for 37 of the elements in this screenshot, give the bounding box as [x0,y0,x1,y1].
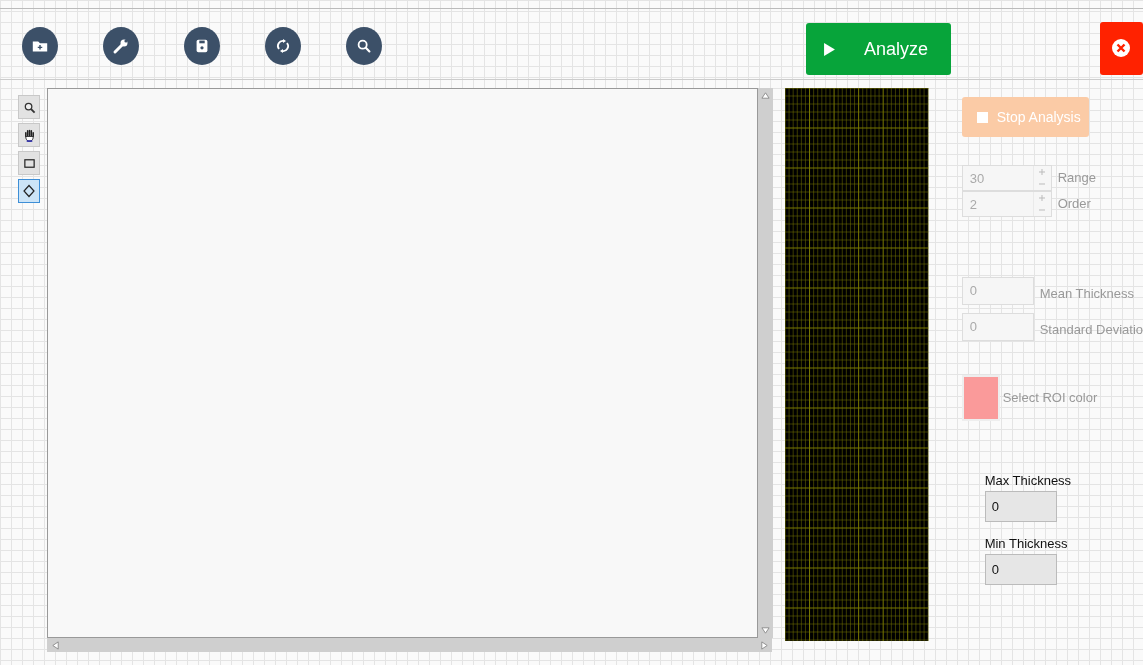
vertical-scrollbar[interactable] [758,88,774,638]
add-folder-button[interactable] [22,27,58,65]
diamond-icon [22,184,36,198]
readout-field: 0 [961,313,1034,341]
right-arrow-icon [759,640,769,650]
down-arrow-icon [761,626,771,635]
field-label: Select ROI color [1002,389,1098,407]
rectangle-icon [22,156,36,170]
horizontal-scrollbar[interactable] [46,638,772,652]
settings-button[interactable] [103,27,139,65]
readout-field: 0 [984,554,1057,585]
tool-button[interactable] [18,151,40,175]
field-label: Standard Deviatio [1039,321,1143,339]
field-label: Max Thickness [984,473,1073,488]
readout-field: 0 [984,491,1057,522]
readout-field: 0 [961,277,1034,305]
hand-icon [22,127,36,143]
play-icon [824,42,835,56]
close-icon [1111,38,1132,58]
stop-icon [976,111,988,123]
refresh-button[interactable] [265,27,301,65]
analyze-button[interactable]: Analyze [806,23,951,75]
tool-button[interactable] [18,95,40,119]
field-label: Order [1057,195,1091,213]
field-label: Range [1057,169,1096,187]
up-arrow-icon [761,91,771,100]
left-arrow-icon [50,640,60,650]
save-button[interactable] [184,27,220,65]
field-label: Min Thickness [984,536,1069,551]
search-icon [355,37,373,55]
magnifier-icon [22,100,36,114]
field-label: Mean Thickness [1039,285,1135,303]
tool-button[interactable] [18,123,40,147]
search-button[interactable] [346,27,382,65]
close-button[interactable] [1099,21,1143,75]
tool-button[interactable] [18,179,40,203]
color-swatch[interactable] [961,375,1000,421]
